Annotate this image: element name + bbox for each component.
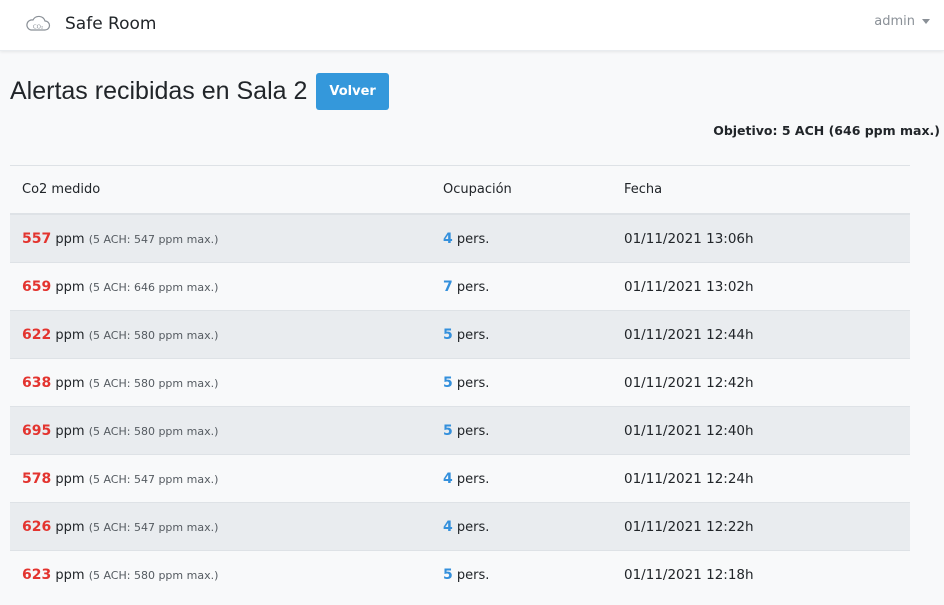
occupancy-value: 7: [443, 278, 453, 295]
occupancy-cell: 5 pers.: [431, 310, 612, 359]
caret-down-icon: [922, 19, 930, 24]
co2-cell: 578 ppm (5 ACH: 547 ppm max.): [10, 454, 431, 503]
occupancy-value: 4: [443, 230, 453, 247]
brand-link[interactable]: CO₂ Safe Room: [24, 12, 156, 36]
occupancy-cell: 4 pers.: [431, 454, 612, 503]
co2-unit: ppm: [55, 423, 85, 439]
co2-limit: (5 ACH: 547 ppm max.): [88, 520, 219, 534]
co2-limit: (5 ACH: 547 ppm max.): [88, 472, 219, 486]
co2-limit: (5 ACH: 580 ppm max.): [88, 328, 219, 342]
occupancy-unit: pers.: [456, 567, 490, 583]
co2-unit: ppm: [55, 519, 85, 535]
table-row: 626 ppm (5 ACH: 547 ppm max.) 4 pers. 01…: [10, 502, 910, 551]
header-date: Fecha: [612, 165, 910, 215]
co2-limit: (5 ACH: 646 ppm max.): [88, 280, 219, 294]
co2-unit: ppm: [55, 471, 85, 487]
co2-unit: ppm: [55, 567, 85, 583]
svg-text:CO₂: CO₂: [33, 25, 43, 31]
co2-unit: ppm: [55, 231, 85, 247]
co2-limit: (5 ACH: 580 ppm max.): [88, 424, 219, 438]
co2-value: 659: [22, 278, 52, 295]
co2-cell: 638 ppm (5 ACH: 580 ppm max.): [10, 358, 431, 407]
occupancy-unit: pers.: [456, 519, 490, 535]
cloud-co2-icon: CO₂: [26, 15, 51, 31]
table-row: 659 ppm (5 ACH: 646 ppm max.) 7 pers. 01…: [10, 262, 910, 311]
occupancy-cell: 7 pers.: [431, 262, 612, 311]
co2-unit: ppm: [55, 279, 85, 295]
occupancy-cell: 5 pers.: [431, 406, 612, 455]
occupancy-cell: 4 pers.: [431, 502, 612, 551]
co2-cell: 622 ppm (5 ACH: 580 ppm max.): [10, 310, 431, 359]
objective-label: Objetivo: 5 ACH (646 ppm max.): [713, 123, 940, 138]
co2-limit: (5 ACH: 547 ppm max.): [88, 232, 219, 246]
co2-limit: (5 ACH: 580 ppm max.): [88, 568, 219, 582]
occupancy-unit: pers.: [456, 423, 490, 439]
occupancy-value: 5: [443, 374, 453, 391]
occupancy-value: 5: [443, 422, 453, 439]
co2-value: 622: [22, 326, 52, 343]
occupancy-cell: 4 pers.: [431, 213, 612, 263]
table-row: 623 ppm (5 ACH: 580 ppm max.) 5 pers. 01…: [10, 550, 910, 598]
date-cell: 01/11/2021 12:22h: [612, 502, 910, 551]
date-cell: 01/11/2021 13:02h: [612, 262, 910, 311]
co2-cell: 626 ppm (5 ACH: 547 ppm max.): [10, 502, 431, 551]
occupancy-value: 4: [443, 470, 453, 487]
occupancy-unit: pers.: [456, 471, 490, 487]
brand-name: Safe Room: [65, 14, 157, 34]
occupancy-unit: pers.: [456, 375, 490, 391]
co2-cell: 623 ppm (5 ACH: 580 ppm max.): [10, 550, 431, 598]
alerts-table-container: Co2 medido Ocupación Fecha 557 ppm (5 AC…: [10, 165, 910, 598]
co2-value: 695: [22, 422, 52, 439]
co2-value: 557: [22, 230, 52, 247]
occupancy-unit: pers.: [456, 231, 490, 247]
co2-value: 626: [22, 518, 52, 535]
occupancy-value: 5: [443, 566, 453, 583]
table-row: 622 ppm (5 ACH: 580 ppm max.) 5 pers. 01…: [10, 310, 910, 359]
co2-cell: 557 ppm (5 ACH: 547 ppm max.): [10, 213, 431, 263]
occupancy-unit: pers.: [456, 279, 490, 295]
header-occupancy: Ocupación: [431, 165, 612, 215]
date-cell: 01/11/2021 12:24h: [612, 454, 910, 503]
co2-cell: 659 ppm (5 ACH: 646 ppm max.): [10, 262, 431, 311]
back-button[interactable]: Volver: [316, 73, 389, 110]
occupancy-cell: 5 pers.: [431, 550, 612, 598]
user-name: admin: [874, 14, 915, 29]
table-row: 638 ppm (5 ACH: 580 ppm max.) 5 pers. 01…: [10, 358, 910, 407]
occupancy-value: 5: [443, 326, 453, 343]
page-title: Alertas recibidas en Sala 2: [10, 77, 308, 105]
date-cell: 01/11/2021 13:06h: [612, 213, 910, 263]
navbar: CO₂ Safe Room admin: [0, 0, 944, 51]
co2-value: 578: [22, 470, 52, 487]
user-menu-dropdown[interactable]: admin: [874, 14, 930, 29]
date-cell: 01/11/2021 12:18h: [612, 550, 910, 598]
table-header-row: Co2 medido Ocupación Fecha: [10, 165, 910, 215]
header-co2: Co2 medido: [10, 165, 431, 215]
occupancy-unit: pers.: [456, 327, 490, 343]
co2-unit: ppm: [55, 375, 85, 391]
date-cell: 01/11/2021 12:40h: [612, 406, 910, 455]
occupancy-cell: 5 pers.: [431, 358, 612, 407]
table-row: 557 ppm (5 ACH: 547 ppm max.) 4 pers. 01…: [10, 213, 910, 263]
date-cell: 01/11/2021 12:42h: [612, 358, 910, 407]
co2-limit: (5 ACH: 580 ppm max.): [88, 376, 219, 390]
date-cell: 01/11/2021 12:44h: [612, 310, 910, 359]
page-heading: Alertas recibidas en Sala 2 Volver: [10, 73, 389, 110]
co2-value: 638: [22, 374, 52, 391]
table-row: 578 ppm (5 ACH: 547 ppm max.) 4 pers. 01…: [10, 454, 910, 503]
table-row: 695 ppm (5 ACH: 580 ppm max.) 5 pers. 01…: [10, 406, 910, 455]
co2-value: 623: [22, 566, 52, 583]
co2-unit: ppm: [55, 327, 85, 343]
co2-cell: 695 ppm (5 ACH: 580 ppm max.): [10, 406, 431, 455]
occupancy-value: 4: [443, 518, 453, 535]
alerts-table: Co2 medido Ocupación Fecha 557 ppm (5 AC…: [10, 165, 910, 598]
